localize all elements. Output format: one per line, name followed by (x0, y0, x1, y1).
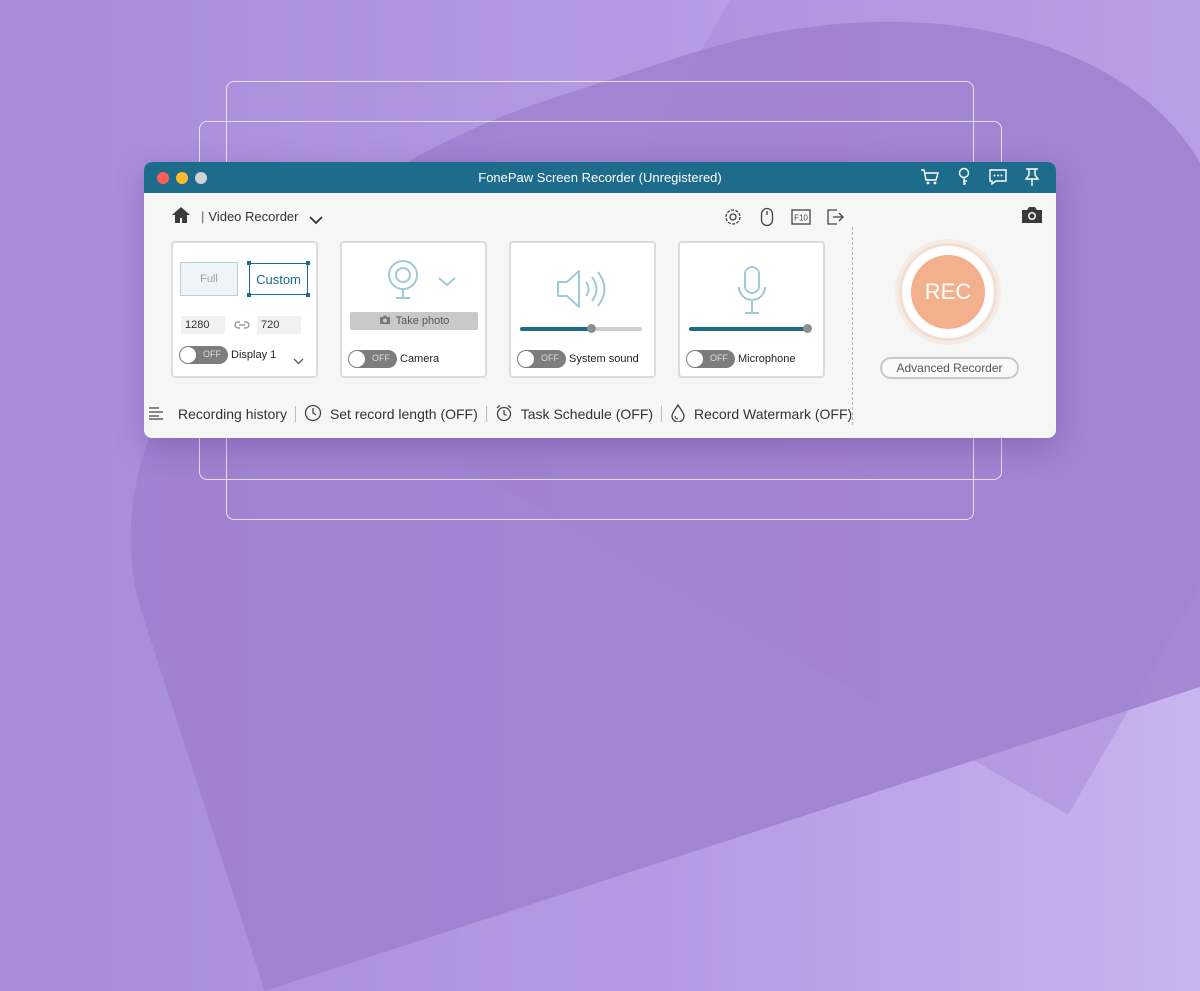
record-watermark-label: Record Watermark (OFF) (694, 406, 853, 422)
screenshot-camera-icon[interactable] (1020, 206, 1044, 229)
hotkey-icon[interactable]: F10 (791, 207, 811, 227)
display-toggle[interactable]: OFF (179, 346, 228, 364)
microphone-card: OFF Microphone (678, 241, 825, 378)
toggle-knob (687, 351, 703, 367)
rec-ring: REC (902, 246, 994, 338)
recording-history-link[interactable]: Recording history (144, 406, 295, 423)
alarm-clock-icon (495, 404, 513, 425)
toggle-knob (180, 347, 196, 363)
microphone-icon (735, 265, 769, 320)
speaker-icon (555, 267, 611, 316)
resize-handle[interactable] (247, 293, 251, 297)
record-watermark-link[interactable]: Record Watermark (OFF) (662, 403, 860, 425)
bottom-bar: Recording history Set record length (OFF… (144, 403, 860, 425)
custom-area-button[interactable]: Custom (249, 263, 308, 295)
rec-button[interactable]: REC (911, 255, 985, 329)
take-photo-label: Take photo (395, 315, 450, 327)
main-panel: | Video Recorder F10 Full Custom 1280 72… (144, 193, 1056, 438)
toggle-state: OFF (710, 353, 728, 363)
system-sound-label: System sound (569, 353, 639, 365)
mode-selector[interactable]: | Video Recorder (201, 209, 298, 224)
system-sound-volume-slider[interactable] (520, 324, 642, 333)
chevron-down-icon[interactable] (309, 212, 323, 230)
system-sound-card: OFF System sound (509, 241, 656, 378)
slider-fill (520, 327, 591, 331)
slider-thumb[interactable] (803, 324, 813, 333)
chevron-down-icon[interactable] (293, 352, 304, 370)
pin-icon[interactable] (1022, 167, 1042, 187)
panel-divider (852, 227, 853, 425)
link-icon[interactable] (234, 318, 250, 336)
toggle-state: OFF (541, 353, 559, 363)
height-input[interactable]: 720 (257, 316, 301, 334)
task-schedule-label: Task Schedule (OFF) (520, 406, 654, 422)
resize-handle[interactable] (306, 293, 310, 297)
width-input[interactable]: 1280 (181, 316, 225, 334)
toggle-state: OFF (372, 353, 390, 363)
key-icon[interactable] (954, 167, 974, 187)
take-photo-button[interactable]: Take photo (350, 312, 478, 330)
feedback-icon[interactable] (988, 167, 1008, 187)
watermark-drop-icon (670, 403, 686, 425)
system-sound-toggle[interactable]: OFF (517, 350, 566, 368)
microphone-label: Microphone (738, 353, 796, 365)
slider-fill (689, 327, 808, 331)
task-schedule-link[interactable]: Task Schedule (OFF) (487, 404, 661, 425)
rec-glow: REC (895, 239, 1001, 345)
resize-handle[interactable] (247, 261, 251, 265)
record-length-link[interactable]: Set record length (OFF) (296, 404, 486, 425)
toolbar-icons: F10 (723, 207, 845, 227)
app-window: FonePaw Screen Recorder (Unregistered) |… (144, 162, 1056, 438)
capture-area-card: Full Custom 1280 720 OFF Display 1 (171, 241, 318, 378)
full-screen-button[interactable]: Full (180, 262, 238, 296)
mode-label: Video Recorder (208, 209, 299, 224)
record-length-label: Set record length (OFF) (329, 406, 478, 422)
mouse-icon[interactable] (757, 207, 777, 227)
clock-icon (304, 404, 322, 425)
title-bar-actions (920, 167, 1042, 187)
svg-text:F10: F10 (794, 214, 808, 223)
recording-history-label: Recording history (178, 406, 287, 422)
title-bar: FonePaw Screen Recorder (Unregistered) (144, 162, 1056, 193)
advanced-recorder-button[interactable]: Advanced Recorder (880, 357, 1019, 379)
list-icon (148, 406, 164, 423)
cart-icon[interactable] (920, 167, 940, 187)
camera-label: Camera (400, 353, 440, 365)
microphone-volume-slider[interactable] (689, 324, 813, 333)
gear-icon[interactable] (723, 207, 743, 227)
microphone-toggle[interactable]: OFF (686, 350, 735, 368)
slider-thumb[interactable] (586, 324, 596, 333)
home-icon[interactable] (171, 206, 191, 229)
camera-card: Take photo OFF Camera (340, 241, 487, 378)
camera-icon (379, 315, 391, 328)
toggle-knob (518, 351, 534, 367)
camera-toggle[interactable]: OFF (348, 350, 397, 368)
toggle-knob (349, 351, 365, 367)
display-label: Display 1 (231, 349, 277, 361)
mode-separator: | (201, 209, 205, 224)
resize-handle[interactable] (306, 261, 310, 265)
webcam-icon (386, 258, 420, 305)
camera-dropdown-icon[interactable] (438, 274, 456, 292)
export-icon[interactable] (825, 207, 845, 227)
toggle-state: OFF (203, 349, 221, 359)
